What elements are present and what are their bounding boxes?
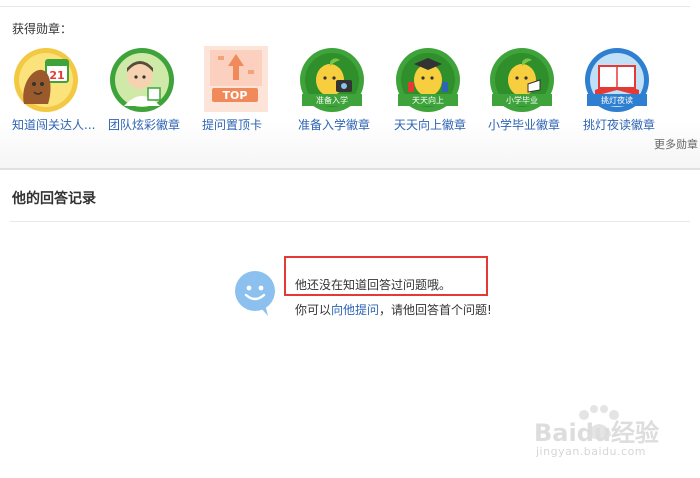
more-badges-link[interactable]: 更多勋章 bbox=[654, 136, 698, 152]
watermark-logo-text: Baidu经验 bbox=[534, 419, 659, 447]
badge-top-card-icon[interactable]: TOP bbox=[202, 46, 270, 114]
badge-label[interactable]: 小学毕业徽章 bbox=[488, 116, 560, 133]
badge-overlay-text: 21 bbox=[49, 69, 64, 82]
badge-overlay-text: 小学毕业 bbox=[506, 95, 538, 105]
badge-overlay-text: TOP bbox=[223, 89, 248, 102]
badge-overlay-text: 天天向上 bbox=[412, 95, 444, 105]
section-divider bbox=[10, 221, 690, 222]
badges-heading: 获得勋章： bbox=[12, 22, 73, 36]
watermark-url: jingyan.baidu.com bbox=[536, 445, 647, 458]
badge-label[interactable]: 准备入学徽章 bbox=[298, 116, 370, 133]
answers-heading: 他的回答记录 bbox=[12, 191, 96, 207]
badge-overlay-text: 挑灯夜读 bbox=[601, 95, 633, 105]
badge-label[interactable]: 团队炫彩徽章 bbox=[108, 116, 180, 133]
suggest-prefix: 你可以 bbox=[295, 303, 332, 317]
highlight-box bbox=[284, 256, 488, 296]
badge-progress-icon[interactable]: 天天向上 bbox=[394, 46, 462, 114]
smile-bubble-icon bbox=[235, 271, 275, 316]
suggest-suffix: ，请他回答首个问题! bbox=[379, 303, 492, 317]
badge-label[interactable]: 提问置顶卡 bbox=[202, 116, 262, 133]
badge-overlay-text: 准备入学 bbox=[316, 95, 348, 105]
badge-challenge-icon[interactable]: 21 bbox=[12, 46, 80, 114]
badge-night-reading-icon[interactable]: 挑灯夜读 bbox=[583, 46, 651, 114]
panel-divider bbox=[0, 168, 700, 170]
badge-enroll-icon[interactable]: 准备入学 bbox=[298, 46, 366, 114]
ask-suggestion: 你可以向他提问，请他回答首个问题! bbox=[295, 301, 492, 318]
badge-graduate-icon[interactable]: 小学毕业 bbox=[488, 46, 556, 114]
badge-label[interactable]: 天天向上徽章 bbox=[394, 116, 466, 133]
badge-team-icon[interactable] bbox=[108, 46, 176, 114]
ask-him-link[interactable]: 向他提问 bbox=[331, 303, 379, 317]
badge-label[interactable]: 挑灯夜读徽章 bbox=[583, 116, 655, 133]
badge-label[interactable]: 知道闯关达人... bbox=[12, 116, 95, 133]
